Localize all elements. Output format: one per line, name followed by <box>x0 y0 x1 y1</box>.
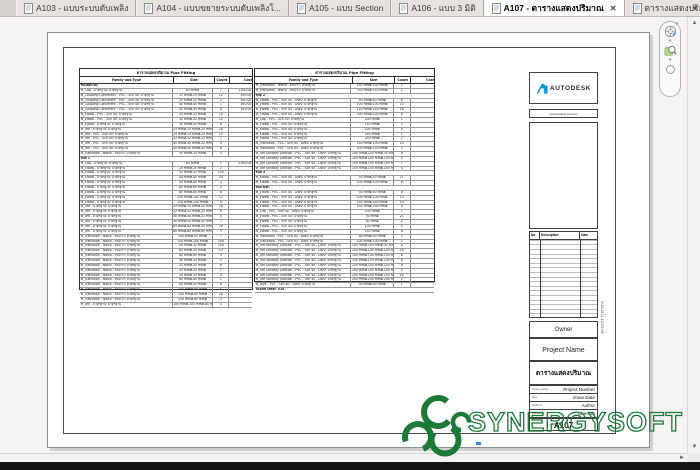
view-tab-label: A107 - ตารางแสดงปริมาณ <box>504 1 604 15</box>
consultant-box <box>529 122 598 229</box>
col-cost: Cost <box>230 77 252 83</box>
sheet-paper[interactable]: ตารางแสดงปริมาณ Pipe Fitting Family and … <box>47 32 650 448</box>
field-value: Checker <box>578 411 595 416</box>
view-tab-label: A103 - แบบระบบดับเพลิง <box>36 1 128 15</box>
schedule-title: ตารางแสดงปริมาณ Pipe Fitting <box>80 69 252 77</box>
schedule-title: ตารางแสดงปริมาณ Pipe Fitting <box>255 69 434 77</box>
window-bottom-edge <box>0 462 700 470</box>
schedule-body-left: ชั้นใต้ดิน B1 M_Cap - มาตรฐาน: มาตรฐาน 6… <box>80 84 252 308</box>
plot-stamp: 5/11/2021 10:25:48 <box>600 301 604 361</box>
field-value: Issue Date <box>573 395 595 400</box>
horizontal-scrollbar[interactable]: ► <box>0 453 687 462</box>
col-size: Size <box>174 77 215 83</box>
field-value: Project Number <box>563 387 595 392</box>
drawing-canvas[interactable]: ตารางแสดงปริมาณ Pipe Fitting Family and … <box>0 17 687 453</box>
consultant-cell <box>530 150 564 177</box>
col-family-and-type: Family and Type <box>255 77 353 83</box>
website-box: www.autodesk.com/revit <box>529 109 598 118</box>
schedule-header-row: Family and Type Size Count Cost <box>255 77 434 84</box>
view-tab[interactable]: A107 - ตารางแสดงปริมาณ ✕ <box>484 0 625 16</box>
titleblock-field-row: Date Issue Date <box>530 394 597 402</box>
sheet-document-icon <box>492 3 501 14</box>
revision-header: No. Description Date <box>530 232 597 240</box>
tab-overflow-chevron-down-icon[interactable]: ▾ <box>693 4 697 13</box>
project-fields-box: Project number Project Number Date Issue… <box>529 385 598 418</box>
sheet-number-box: A107 <box>529 418 598 431</box>
sheet-document-icon <box>297 3 306 14</box>
view-tab[interactable]: A106 - แบบ 3 มิติ <box>391 0 483 16</box>
project-name-box: Project Name <box>529 338 598 361</box>
view-tab[interactable]: A104 - แบบขยายระบบดับเพลิงโ... <box>136 0 289 16</box>
revision-col-date: Date <box>580 232 597 239</box>
field-label: Drawn by <box>532 404 542 407</box>
owner-box: Owner <box>529 321 598 338</box>
field-label: Checked by <box>532 412 545 415</box>
consultant-cell <box>530 123 564 150</box>
col-count: Count <box>215 77 230 83</box>
revision-rows <box>530 240 597 318</box>
steering-wheel-chevron-down-icon[interactable]: ▾ <box>669 39 671 43</box>
col-family-and-type: Family and Type <box>80 77 174 83</box>
navigation-bar: ✦ ▾ ▾ <box>659 21 681 97</box>
titleblock-field-row: Project number Project Number <box>530 386 597 394</box>
view-tab-label: A105 - แบบ Section <box>309 1 383 15</box>
sheet-document-icon <box>24 3 33 14</box>
consultant-cell <box>564 123 598 150</box>
table-row: M_Tee - มาตรฐาน: มาตรฐาน 100 mmø-100 mmø… <box>80 303 252 308</box>
schedule-header-row: Family and Type Size Count Cost <box>80 77 252 84</box>
view-tab-label: A106 - แบบ 3 มิติ <box>411 1 475 15</box>
revision-table: No. Description Date <box>529 231 598 318</box>
field-label: Project number <box>532 388 548 391</box>
view-tab[interactable]: ตารางแสดงปริมาณ Pipe Fitting <box>625 0 700 16</box>
autodesk-wordmark: AUTODESK <box>550 85 591 92</box>
vertical-scrollbar[interactable]: ▲ ▼ <box>687 17 700 453</box>
autodesk-brand-box: AUTODESK <box>529 72 598 104</box>
col-count: Count <box>395 77 411 83</box>
sheet-document-icon <box>144 3 153 14</box>
revit-window: { "tabs": [ {"label":"A103 - แบบระบบดับเ… <box>0 0 700 470</box>
view-tab-label: ตารางแสดงปริมาณ Pipe Fitting <box>645 1 700 15</box>
sheet-document-icon <box>399 3 408 14</box>
field-label: Date <box>532 396 537 399</box>
view-tab[interactable]: A103 - แบบระบบดับเพลิง <box>16 0 136 16</box>
view-tab-label: A104 - แบบขยายระบบดับเพลิงโ... <box>156 1 281 15</box>
table-row: Grand total: 519 <box>255 288 434 293</box>
titleblock-field-row: Drawn by Author <box>530 402 597 410</box>
view-tab[interactable]: A105 - แบบ Section <box>289 0 391 16</box>
field-value: Author <box>581 403 595 408</box>
sheet-title-box: ตารางแสดงปริมาณ <box>529 361 598 385</box>
view-tab-bar: A103 - แบบระบบดับเพลิง A104 - แบบขยายระบ… <box>0 0 700 17</box>
navbar-gear-icon[interactable]: ✦ <box>675 21 679 27</box>
col-cost: Cost <box>411 77 434 83</box>
title-block[interactable]: AUTODESK www.autodesk.com/revit No. Desc… <box>529 72 598 431</box>
scrollbar-corner <box>687 453 700 462</box>
close-tab-icon[interactable]: ✕ <box>610 4 617 13</box>
consultant-cell <box>564 150 598 177</box>
scroll-down-arrow-icon[interactable]: ▼ <box>688 441 700 453</box>
schedule-segment-right[interactable]: ตารางแสดงปริมาณ Pipe Fitting Family and … <box>254 68 435 282</box>
selection-grip <box>476 442 481 445</box>
schedule-segment-left[interactable]: ตารางแสดงปริมาณ Pipe Fitting Family and … <box>79 68 253 290</box>
revision-col-no: No. <box>530 232 540 239</box>
autodesk-logo-icon <box>536 83 548 94</box>
scroll-up-arrow-icon[interactable]: ▲ <box>688 17 700 29</box>
titleblock-field-row: Checked by Checker <box>530 410 597 417</box>
col-size: Size <box>353 77 395 83</box>
zoom-chevron-down-icon[interactable]: ▾ <box>669 58 671 62</box>
navbar-wheel-dot-icon[interactable] <box>666 65 675 74</box>
sheet-document-icon <box>633 3 642 14</box>
schedule-body-right: M_Transition - Nibco - สวมเร็ว: มาตรฐาน … <box>255 84 434 293</box>
zoom-tool-icon[interactable] <box>664 44 677 57</box>
revision-col-description: Description <box>540 232 580 239</box>
